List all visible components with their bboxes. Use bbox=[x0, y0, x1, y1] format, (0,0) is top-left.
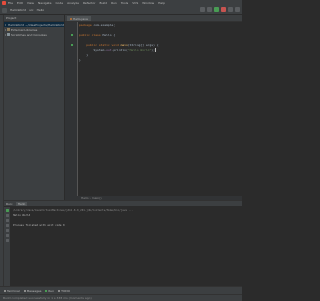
scroll-up-icon[interactable] bbox=[5, 219, 9, 222]
breadcrumb-src[interactable]: src bbox=[29, 8, 33, 12]
project-panel-title: Project bbox=[6, 16, 17, 20]
line-gutter[interactable] bbox=[65, 22, 78, 196]
code-token: com.example; bbox=[93, 23, 116, 27]
code-token: (String[] args) { bbox=[127, 43, 159, 47]
toolbar-actions bbox=[198, 7, 240, 12]
tool-window-run[interactable]: Run bbox=[45, 289, 54, 293]
chevron-right-icon[interactable] bbox=[5, 33, 6, 36]
project-panel: Project HelloWorld ~/IdeaProjects/HelloW… bbox=[4, 15, 64, 200]
stop-run-icon[interactable] bbox=[5, 214, 9, 217]
menu-item[interactable]: Refactor bbox=[83, 1, 96, 5]
tree-item[interactable]: HelloWorld ~/IdeaProjects/HelloWorld bbox=[4, 22, 64, 27]
project-folder-icon[interactable] bbox=[2, 7, 7, 13]
code-token: main bbox=[120, 43, 128, 47]
java-class-icon bbox=[70, 17, 72, 20]
debug-icon[interactable] bbox=[221, 7, 226, 12]
menu-item[interactable]: Analyze bbox=[67, 1, 79, 5]
chevron-right-icon[interactable] bbox=[5, 23, 6, 26]
app-icon bbox=[2, 1, 6, 5]
run-panel: Run: Hello /Library/Java/JavaVirtualMach… bbox=[4, 200, 242, 287]
terminal-icon bbox=[4, 289, 6, 292]
code-token: } bbox=[79, 58, 81, 62]
library-icon bbox=[7, 28, 10, 31]
menu-item[interactable]: View bbox=[27, 1, 34, 5]
code-token: package bbox=[79, 23, 94, 27]
tab-label: Hello.java bbox=[73, 16, 88, 21]
tree-item-label: External Libraries bbox=[11, 27, 38, 32]
rerun-icon[interactable] bbox=[5, 209, 9, 212]
tree-item-label: Scratches and Consoles bbox=[11, 32, 47, 37]
menu-item[interactable]: File bbox=[8, 1, 13, 5]
status-message[interactable]: Build completed successfully in 1 s 338 … bbox=[3, 296, 92, 300]
tool-window-label: TODO bbox=[61, 288, 71, 293]
navigation-bar: HelloWorld src Hello bbox=[0, 6, 242, 15]
menu-item[interactable]: Window bbox=[142, 1, 154, 5]
tool-window-label: Run bbox=[48, 288, 55, 293]
code-token: System. bbox=[79, 48, 107, 52]
menu-item[interactable]: Help bbox=[158, 1, 165, 5]
messages-icon bbox=[23, 289, 26, 292]
tool-window-label: Terminal bbox=[7, 288, 20, 293]
code-token: } bbox=[79, 53, 89, 57]
code-token: public static void bbox=[86, 43, 121, 47]
run-icon bbox=[45, 289, 48, 292]
code-line[interactable]: } bbox=[79, 58, 159, 63]
chevron-right-icon[interactable] bbox=[5, 28, 6, 31]
code-token: public class bbox=[79, 33, 103, 37]
tree-item[interactable]: Scratches and Consoles bbox=[4, 32, 64, 37]
editor-area: Hello.java package com.example; public c… bbox=[65, 15, 242, 200]
run-config-icon[interactable] bbox=[207, 7, 212, 12]
breadcrumb-project[interactable]: HelloWorld bbox=[10, 8, 26, 12]
menu-item[interactable]: Code bbox=[55, 1, 63, 5]
menu-item[interactable]: Edit bbox=[17, 1, 23, 5]
text-caret bbox=[154, 48, 156, 52]
tree-item-label: HelloWorld ~/IdeaProjects/HelloWorld bbox=[8, 22, 65, 27]
scroll-down-icon[interactable] bbox=[5, 224, 9, 227]
wrap-icon[interactable] bbox=[5, 229, 9, 232]
run-class-gutter-icon[interactable] bbox=[71, 34, 73, 36]
editor-tabs: Hello.java bbox=[65, 15, 242, 22]
menu-item[interactable]: Tools bbox=[121, 1, 128, 5]
print-icon[interactable] bbox=[5, 234, 9, 237]
menu-item[interactable]: VCS bbox=[132, 1, 138, 5]
folder-icon bbox=[7, 33, 10, 36]
code-token: Hello { bbox=[102, 33, 116, 37]
code-token: .println( bbox=[111, 48, 128, 52]
run-label: Run: bbox=[6, 201, 13, 206]
run-panel-header: Run: Hello bbox=[4, 201, 242, 206]
console-line: /Library/Java/JavaVirtualMachines/jdk1.8… bbox=[13, 209, 134, 212]
tool-window-bar: Terminal Messages Run TODO bbox=[0, 286, 242, 294]
code-token: "Hello World" bbox=[127, 48, 152, 52]
tool-window-label: Messages bbox=[26, 288, 42, 293]
build-icon[interactable] bbox=[200, 7, 205, 12]
run-main-gutter-icon[interactable] bbox=[71, 44, 73, 46]
console-line: Process finished with exit code 0 bbox=[13, 224, 65, 227]
menu-item[interactable]: Navigate bbox=[38, 1, 51, 5]
clear-icon[interactable] bbox=[5, 239, 9, 242]
code-text[interactable]: package com.example; public class Hello … bbox=[79, 23, 159, 63]
run-toolbar bbox=[4, 207, 10, 287]
search-icon[interactable] bbox=[235, 7, 240, 12]
console-output[interactable]: /Library/Java/JavaVirtualMachines/jdk1.8… bbox=[13, 208, 133, 228]
menu-item[interactable]: Run bbox=[111, 1, 117, 5]
code-line[interactable]: System.out.println("Hello World"); bbox=[79, 48, 159, 53]
run-tab[interactable]: Hello bbox=[15, 201, 28, 206]
tool-window-messages[interactable]: Messages bbox=[23, 288, 42, 293]
project-panel-header[interactable]: Project bbox=[4, 15, 64, 22]
project-tree: HelloWorld ~/IdeaProjects/HelloWorld Exte… bbox=[4, 22, 64, 37]
todo-icon bbox=[58, 289, 61, 292]
tool-window-todo[interactable]: TODO bbox=[58, 289, 70, 293]
run-icon[interactable] bbox=[214, 7, 219, 12]
breadcrumb-file[interactable]: Hello bbox=[37, 8, 45, 12]
stop-icon[interactable] bbox=[228, 7, 233, 12]
tab-hello-java[interactable]: Hello.java bbox=[67, 16, 91, 21]
tool-window-terminal[interactable]: Terminal bbox=[4, 289, 20, 293]
menu-item[interactable]: Build bbox=[100, 1, 108, 5]
